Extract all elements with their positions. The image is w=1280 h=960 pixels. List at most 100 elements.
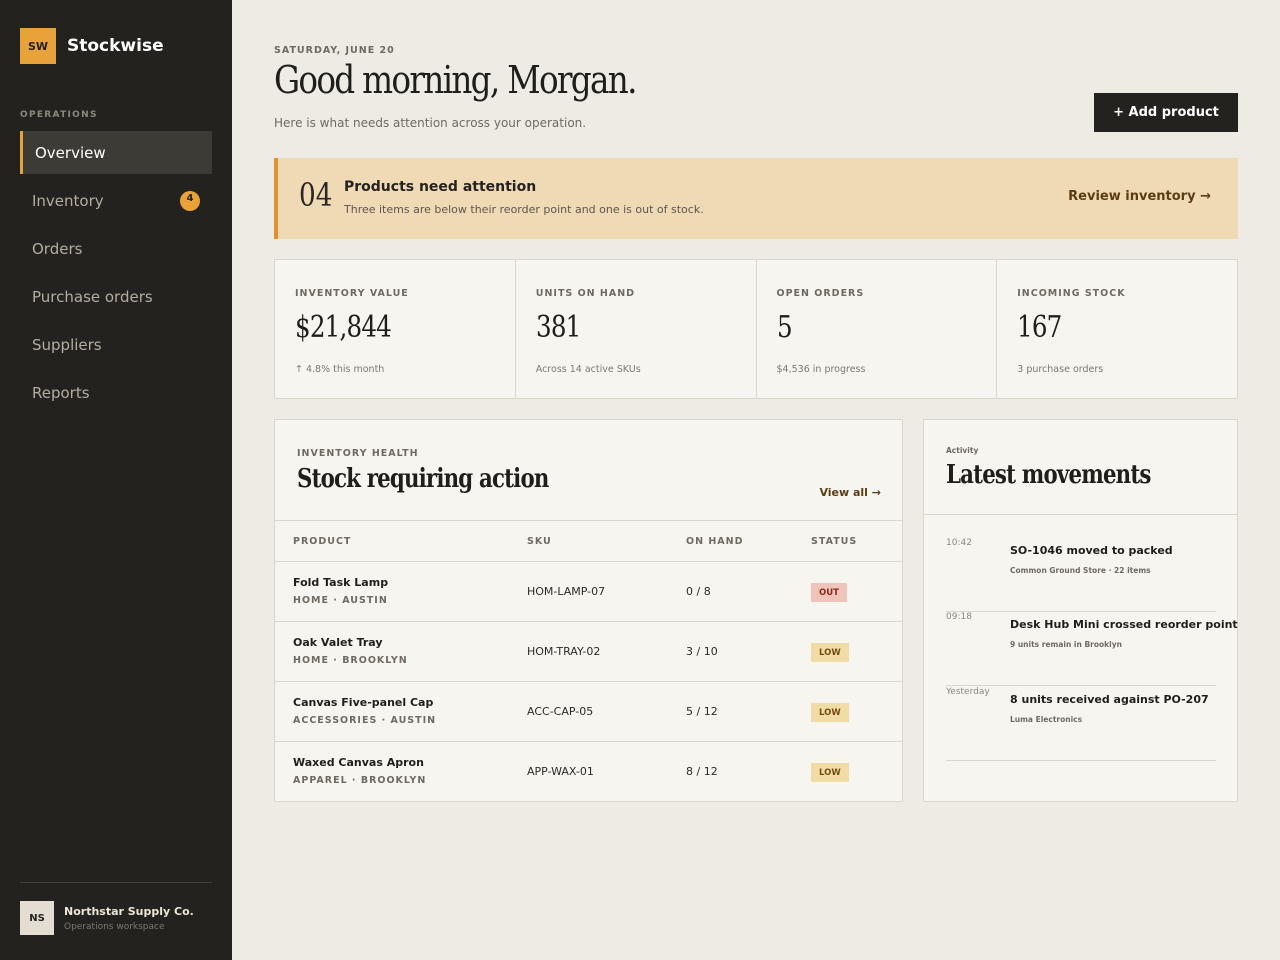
page-title: Good morning, Morgan. <box>274 58 637 102</box>
product-on-hand: 8 / 12 <box>686 765 718 778</box>
inventory-count-badge: 4 <box>180 190 200 211</box>
sidebar-item-overview[interactable]: Overview <box>20 131 212 174</box>
product-meta: APPAREL · BROOKLYN <box>293 775 427 786</box>
activity-text: Desk Hub Mini crossed reorder point <box>1010 618 1238 631</box>
sidebar-item-reports[interactable]: Reports <box>20 371 212 414</box>
product-meta: HOME · BROOKLYN <box>293 655 408 666</box>
product-on-hand: 0 / 8 <box>686 585 711 598</box>
stat-open-orders: OPEN ORDERS 5 $4,536 in progress <box>757 260 998 398</box>
activity-item[interactable]: Yesterday 8 units received against PO-20… <box>946 687 1216 761</box>
table-row[interactable]: Oak Valet Tray HOME · BROOKLYN HOM-TRAY-… <box>275 622 902 682</box>
table-header: PRODUCT SKU ON HAND STATUS <box>275 520 902 562</box>
stat-value: 381 <box>535 310 581 345</box>
sidebar-divider <box>20 882 212 883</box>
page-subtitle: Here is what needs attention across your… <box>274 116 587 130</box>
stat-label: OPEN ORDERS <box>776 288 865 299</box>
column-header-sku: SKU <box>527 536 552 547</box>
sidebar-item-label: Overview <box>35 143 106 162</box>
stat-label: INVENTORY VALUE <box>295 288 409 299</box>
sidebar: SW Stockwise OPERATIONS Overview Invento… <box>0 0 232 960</box>
stat-value: $21,844 <box>295 310 392 345</box>
sidebar-item-suppliers[interactable]: Suppliers <box>20 323 212 366</box>
sidebar-item-orders[interactable]: Orders <box>20 227 212 270</box>
sidebar-item-label: Suppliers <box>32 335 102 354</box>
stat-sub: $4,536 in progress <box>776 364 866 375</box>
brand[interactable]: SW Stockwise <box>20 28 164 64</box>
product-sku: ACC-CAP-05 <box>527 705 594 718</box>
status-badge: LOW <box>811 763 849 782</box>
status-badge: OUT <box>811 583 847 602</box>
product-name: Oak Valet Tray <box>293 636 383 649</box>
activity-time: 09:18 <box>946 612 972 622</box>
panel-eyebrow: INVENTORY HEALTH <box>297 448 419 459</box>
brand-logo: SW <box>20 28 56 64</box>
product-name: Waxed Canvas Apron <box>293 756 424 769</box>
product-on-hand: 3 / 10 <box>686 645 718 658</box>
table-row[interactable]: Waxed Canvas Apron APPAREL · BROOKLYN AP… <box>275 742 902 802</box>
stat-incoming-stock: INCOMING STOCK 167 3 purchase orders <box>997 260 1237 398</box>
activity-panel: Activity Latest movements 10:42 SO-1046 … <box>923 419 1238 802</box>
view-all-link[interactable]: View all → <box>819 486 881 499</box>
activity-item[interactable]: 10:42 SO-1046 moved to packed Common Gro… <box>946 538 1216 612</box>
org-sub: Operations workspace <box>64 921 165 932</box>
product-sku: APP-WAX-01 <box>527 765 594 778</box>
sidebar-item-inventory[interactable]: Inventory 4 <box>20 179 212 222</box>
stat-label: INCOMING STOCK <box>1017 288 1126 299</box>
review-inventory-link[interactable]: Review inventory → <box>1068 189 1211 204</box>
activity-sub: Luma Electronics <box>1010 715 1083 724</box>
product-name: Fold Task Lamp <box>293 576 389 589</box>
sidebar-nav: Overview Inventory 4 Orders Purchase ord… <box>20 131 212 419</box>
sidebar-item-label: Inventory <box>32 191 104 210</box>
attention-title: Products need attention <box>344 179 537 195</box>
product-sku: HOM-LAMP-07 <box>527 585 606 598</box>
attention-count: 04 <box>299 176 333 214</box>
org-name: Northstar Supply Co. <box>64 904 194 918</box>
column-header-product: PRODUCT <box>293 536 352 547</box>
column-header-status: STATUS <box>811 536 858 547</box>
activity-sub: 9 units remain in Brooklyn <box>1010 640 1122 649</box>
org-text: Northstar Supply Co. Operations workspac… <box>64 905 194 932</box>
activity-time: 10:42 <box>946 538 972 548</box>
stat-inventory-value: INVENTORY VALUE $21,844 ↑ 4.8% this mont… <box>275 260 516 398</box>
org-avatar: NS <box>20 901 54 935</box>
panel-title: Latest movements <box>946 460 1151 490</box>
product-meta: ACCESSORIES · AUSTIN <box>293 715 437 726</box>
status-badge: LOW <box>811 703 849 722</box>
sidebar-item-label: Reports <box>32 383 90 402</box>
current-date: SATURDAY, JUNE 20 <box>274 45 395 56</box>
activity-sub: Common Ground Store · 22 items <box>1010 566 1151 575</box>
panel-eyebrow: Activity <box>946 446 979 455</box>
sidebar-item-label: Orders <box>32 239 83 258</box>
stat-value: 167 <box>1017 310 1062 345</box>
status-badge: LOW <box>811 643 849 662</box>
stat-sub: 3 purchase orders <box>1017 364 1104 375</box>
column-header-on-hand: ON HAND <box>686 536 744 547</box>
stat-sub: Across 14 active SKUs <box>535 364 641 375</box>
panel-title: Stock requiring action <box>297 464 549 494</box>
inventory-health-panel: INVENTORY HEALTH Stock requiring action … <box>274 419 903 802</box>
stat-label: UNITS ON HAND <box>535 288 636 299</box>
activity-text: SO-1046 moved to packed <box>1010 544 1173 557</box>
stat-sub: ↑ 4.8% this month <box>295 364 385 375</box>
table-row[interactable]: Canvas Five-panel Cap ACCESSORIES · AUST… <box>275 682 902 742</box>
activity-text: 8 units received against PO-207 <box>1010 693 1209 706</box>
table-row[interactable]: Fold Task Lamp HOME · AUSTIN HOM-LAMP-07… <box>275 562 902 622</box>
attention-banner: 04 Products need attention Three items a… <box>274 158 1238 239</box>
org-switcher[interactable]: NS Northstar Supply Co. Operations works… <box>20 901 194 935</box>
product-sku: HOM-TRAY-02 <box>527 645 601 658</box>
product-meta: HOME · AUSTIN <box>293 595 388 606</box>
stat-units-on-hand: UNITS ON HAND 381 Across 14 active SKUs <box>516 260 757 398</box>
sidebar-section-label: OPERATIONS <box>20 110 98 120</box>
activity-time: Yesterday <box>946 687 990 697</box>
divider <box>924 514 1237 515</box>
sidebar-item-purchase-orders[interactable]: Purchase orders <box>20 275 212 318</box>
stat-value: 5 <box>776 310 793 345</box>
product-name: Canvas Five-panel Cap <box>293 696 434 709</box>
brand-name: Stockwise <box>67 36 164 56</box>
stats-row: INVENTORY VALUE $21,844 ↑ 4.8% this mont… <box>274 259 1238 399</box>
sidebar-item-label: Purchase orders <box>32 287 153 306</box>
add-product-button[interactable]: + Add product <box>1094 93 1238 132</box>
attention-description: Three items are below their reorder poin… <box>344 203 704 216</box>
activity-item[interactable]: 09:18 Desk Hub Mini crossed reorder poin… <box>946 612 1238 686</box>
product-on-hand: 5 / 12 <box>686 705 718 718</box>
